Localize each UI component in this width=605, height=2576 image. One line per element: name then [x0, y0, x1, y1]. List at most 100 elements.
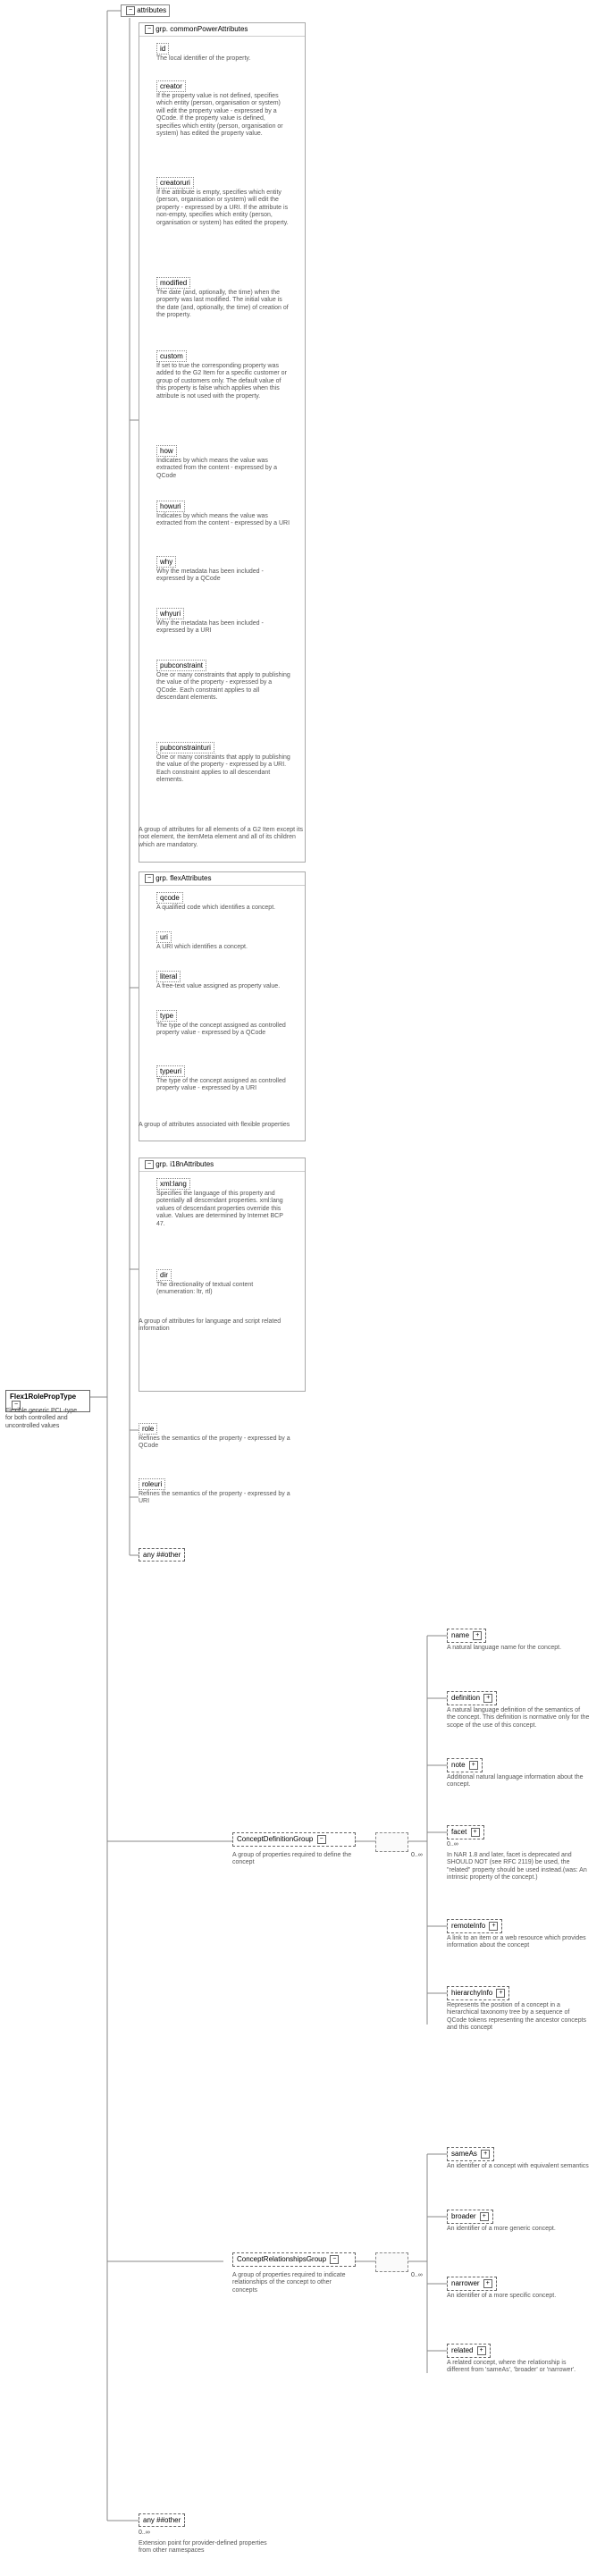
- attr-type-desc: The type of the concept assigned as cont…: [156, 1023, 290, 1038]
- elem-broader-desc: An identifier of a more generic concept.: [447, 2226, 590, 2233]
- expand-icon: +: [483, 2279, 492, 2288]
- elem-label: sameAs: [451, 2150, 477, 2158]
- any-other-bottom-occ: 0..∞: [139, 2530, 150, 2536]
- attr-typeuri-desc: The type of the concept assigned as cont…: [156, 1078, 290, 1093]
- group-label: grp. i18nAttributes: [155, 1160, 214, 1168]
- elem-related: related +: [447, 2344, 491, 2358]
- concept-rel-desc: A group of properties required to indica…: [232, 2272, 353, 2294]
- elem-remoteinfo: remoteInfo +: [447, 1919, 502, 1933]
- attr-whyuri: whyuri: [156, 608, 184, 619]
- elem-definition: definition +: [447, 1691, 497, 1705]
- collapse-icon: −: [145, 1160, 154, 1169]
- seq-icon: [375, 1832, 408, 1852]
- elem-hierarchyinfo: hierarchyInfo +: [447, 1986, 509, 2000]
- attr-whyuri-desc: Why the metadata has been included - exp…: [156, 620, 290, 636]
- attr-typeuri: typeuri: [156, 1065, 185, 1077]
- elem-related-desc: A related concept, where the relationshi…: [447, 2360, 590, 2375]
- attr-howuri-desc: Indicates by which means the value was e…: [156, 513, 290, 528]
- attr-how: how: [156, 445, 177, 457]
- attr-pubconstraint: pubconstraint: [156, 660, 206, 671]
- expand-icon: +: [473, 1631, 482, 1640]
- attributes-label: attributes: [137, 6, 166, 14]
- elem-name-desc: A natural language name for the concept.: [447, 1645, 590, 1652]
- attr-role: role: [139, 1423, 157, 1435]
- group-commonpower-footer: A group of attributes for all elements o…: [139, 827, 304, 849]
- elem-remoteinfo-desc: A link to an item or a web resource whic…: [447, 1935, 590, 1950]
- attr-id: id: [156, 43, 169, 55]
- collapse-icon: −: [145, 874, 154, 883]
- attr-dir: dir: [156, 1269, 172, 1281]
- elem-label: broader: [451, 2212, 476, 2220]
- elem-facet: facet +: [447, 1825, 484, 1839]
- attr-modified-desc: The date (and, optionally, the time) whe…: [156, 290, 290, 320]
- elem-hierarchyinfo-desc: Represents the position of a concept in …: [447, 2002, 590, 2033]
- expand-icon: +: [483, 1694, 492, 1703]
- attr-custom-desc: If set to true the corresponding propert…: [156, 363, 290, 400]
- elem-broader: broader +: [447, 2210, 493, 2224]
- elem-label: note: [451, 1761, 466, 1769]
- concept-def-occ: 0..∞: [411, 1852, 423, 1858]
- elem-sameas: sameAs +: [447, 2147, 494, 2161]
- elem-label: remoteInfo: [451, 1922, 485, 1930]
- elem-narrower-desc: An identifier of a more specific concept…: [447, 2293, 590, 2300]
- concept-def-desc: A group of properties required to define…: [232, 1852, 353, 1867]
- elem-facet-desc: In NAR 1.8 and later, facet is deprecate…: [447, 1852, 590, 1882]
- attr-qcode-desc: A qualified code which identifies a conc…: [156, 905, 290, 912]
- concept-def-label: ConceptDefinitionGroup: [237, 1835, 313, 1843]
- expand-icon: +: [469, 1761, 478, 1770]
- any-other-attr: any ##other: [139, 1548, 185, 1562]
- expand-icon: +: [477, 2346, 486, 2355]
- attr-custom: custom: [156, 350, 187, 362]
- elem-label: definition: [451, 1694, 480, 1702]
- collapse-icon: −: [317, 1835, 326, 1844]
- attr-creator: creator: [156, 80, 186, 92]
- elem-note: note +: [447, 1758, 483, 1772]
- root-type-name: Flex1RolePropType: [10, 1393, 76, 1401]
- root-desc: Flexible generic PCL-type for both contr…: [5, 1408, 86, 1430]
- concept-rel-occ: 0..∞: [411, 2272, 423, 2278]
- expand-icon: +: [489, 1922, 498, 1931]
- collapse-icon: −: [126, 6, 135, 15]
- attributes-header: − attributes: [121, 4, 170, 17]
- attr-pubconstrainturi: pubconstrainturi: [156, 742, 214, 753]
- group-i18n-footer: A group of attributes for language and s…: [139, 1318, 304, 1334]
- attr-howuri: howuri: [156, 501, 185, 512]
- collapse-icon: −: [145, 25, 154, 34]
- expand-icon: +: [480, 2212, 489, 2221]
- any-other-bottom: any ##other: [139, 2513, 185, 2527]
- attr-why: why: [156, 556, 176, 568]
- attr-why-desc: Why the metadata has been included - exp…: [156, 568, 290, 584]
- concept-def-group-box: ConceptDefinitionGroup −: [232, 1832, 356, 1847]
- elem-sameas-desc: An identifier of a concept with equivale…: [447, 2163, 590, 2170]
- expand-icon: +: [496, 1989, 505, 1998]
- attr-role-desc: Refines the semantics of the property - …: [139, 1435, 290, 1451]
- group-label: grp. flexAttributes: [155, 874, 211, 882]
- concept-rel-label: ConceptRelationshipsGroup: [237, 2255, 326, 2263]
- elem-label: facet: [451, 1828, 466, 1836]
- attr-roleuri: roleuri: [139, 1478, 165, 1490]
- attr-pubconstrainturi-desc: One or many constraints that apply to pu…: [156, 754, 290, 785]
- collapse-icon: −: [330, 2255, 339, 2264]
- attr-modified: modified: [156, 277, 190, 289]
- expand-icon: +: [481, 2150, 490, 2159]
- any-other-bottom-desc: Extension point for provider-defined pro…: [139, 2540, 273, 2555]
- expand-icon: +: [471, 1828, 480, 1837]
- attr-uri: uri: [156, 931, 172, 943]
- attr-creator-desc: If the property value is not defined, sp…: [156, 93, 290, 138]
- elem-definition-desc: A natural language definition of the sem…: [447, 1707, 590, 1730]
- elem-facet-occ: 0..∞: [447, 1841, 458, 1848]
- elem-label: related: [451, 2346, 473, 2354]
- attr-literal: literal: [156, 971, 181, 982]
- elem-note-desc: Additional natural language information …: [447, 1774, 590, 1789]
- attr-literal-desc: A free-text value assigned as property v…: [156, 983, 290, 990]
- group-commonpower-label: − grp. commonPowerAttributes: [139, 23, 305, 37]
- attr-pubconstraint-desc: One or many constraints that apply to pu…: [156, 672, 290, 703]
- attr-roleuri-desc: Refines the semantics of the property - …: [139, 1491, 290, 1506]
- elem-narrower: narrower +: [447, 2277, 497, 2291]
- seq-icon: [375, 2252, 408, 2272]
- attr-creatoruri-desc: If the attribute is empty, specifies whi…: [156, 189, 290, 227]
- attr-id-desc: The local identifier of the property.: [156, 55, 290, 63]
- elem-label: narrower: [451, 2279, 480, 2287]
- attr-type: type: [156, 1010, 177, 1022]
- group-commonpower: − grp. commonPowerAttributes: [139, 22, 306, 863]
